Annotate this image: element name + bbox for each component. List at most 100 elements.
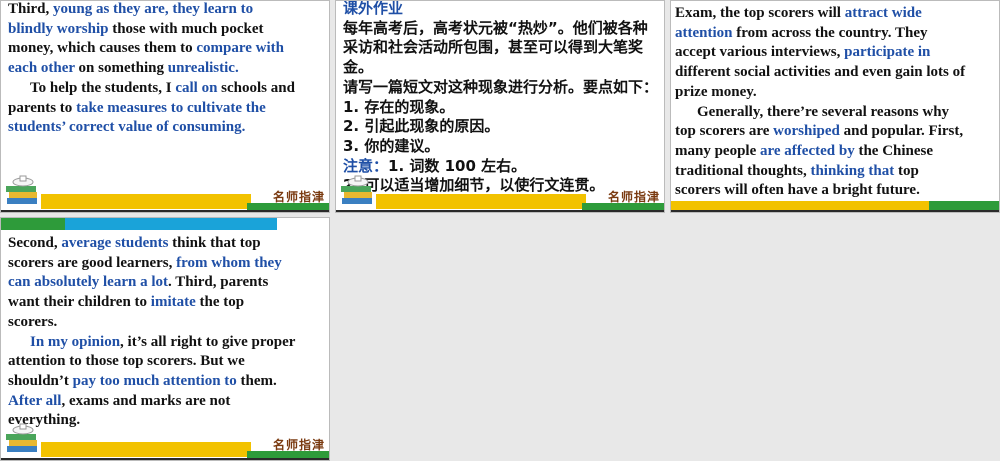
text-span: top scorers are [675,123,774,140]
text-span: and popular. First, [839,123,964,140]
highlight-phrase: students’ correct value of consuming. [8,119,246,136]
text-span: schools and [217,79,295,96]
highlight-phrase: compare with [196,40,284,57]
highlight-phrase: pay too much attention to [72,372,237,389]
text-span: those with much pocket [108,20,264,37]
highlight-phrase: take measures to cultivate the [76,99,266,116]
highlight-phrase: thinking that [810,162,895,179]
highlight-phrase: unrealistic. [167,60,239,77]
highlight-phrase: participate in [844,44,931,61]
homework-line: 3. 你的建议。 [343,136,440,155]
text-span: . Third, parents [168,274,269,291]
books-icon [6,423,37,452]
slide-footer: 名师指津 [1,172,329,212]
highlight-phrase: attention [675,24,733,41]
text-span: them. [236,372,277,389]
slide-1-text: Third, young as they are, they learn to b… [8,1,325,138]
slide-footer [671,198,999,212]
text-span: the Chinese [854,142,934,159]
homework-line: 请写一篇短文对这种现象进行分析。要点如下： [343,77,659,96]
slide-3-text: Exam, the top scorers will attract wide a… [675,4,995,201]
text-line: students’ correct value of consuming. [8,118,325,138]
books-icon [6,175,37,204]
text-line: many people are affected by the Chinese [675,142,995,162]
text-span: prize money. [675,83,757,100]
top-accent-bar [1,218,329,232]
text-line: each other on something unrealistic. [8,59,325,79]
slide-3[interactable]: Exam, the top scorers will attract wide a… [670,0,1000,213]
text-span: accept various interviews, [675,44,845,61]
brand-label: 名师指津 [272,190,325,204]
text-line: shouldn’t pay too much attention to them… [8,372,325,392]
highlight-phrase: In my opinion [30,333,121,350]
slide-2-text: 课外作业 每年高考后，高考状元被“热炒”。他们被各种 采访和社会活动所包围，甚至可… [343,0,660,196]
text-span: To help the students, I [30,79,176,96]
text-line: scorers are good learners, from whom the… [8,254,325,274]
text-line: parents to take measures to cultivate th… [8,99,325,119]
brand-label: 名师指津 [607,190,660,204]
text-line: want their children to imitate the top [8,293,325,313]
text-span: Third, [8,1,54,17]
text-span: on something [74,60,168,77]
text-span: Generally, there’re several reasons why [697,103,950,120]
text-line: accept various interviews, participate i… [675,43,995,63]
text-span: different social activities and even gai… [675,64,966,81]
text-span: money, which causes them to [8,40,197,57]
slide-4-text: Second, average students think that top s… [8,234,325,431]
text-line: Exam, the top scorers will attract wide [675,4,995,24]
text-span: Exam, the top scorers will [675,5,845,21]
text-line: scorers. [8,313,325,333]
text-line: Generally, there’re several reasons why [675,103,995,123]
text-span: shouldn’t [8,372,73,389]
books-icon [341,175,372,204]
text-line: blindly worship those with much pocket [8,20,325,40]
highlight-phrase: After all [8,392,62,409]
text-span: from across the country. They [732,24,928,41]
text-span: , exams and marks are not [61,392,231,409]
text-line: Third, young as they are, they learn to [8,1,325,20]
text-line: attention from across the country. They [675,24,995,44]
text-span: many people [675,142,761,159]
text-line: can absolutely learn a lot. Third, paren… [8,273,325,293]
text-line: top scorers are worshiped and popular. F… [675,122,995,142]
text-span: top [894,162,919,179]
text-span: the top [195,294,245,311]
text-line: Second, average students think that top [8,234,325,254]
slide-footer: 名师指津 [336,172,664,212]
homework-title: 课外作业 [343,0,404,17]
text-span: traditional thoughts, [675,162,811,179]
homework-line: 采访和社会活动所包围，甚至可以得到大笔奖金。 [343,38,644,77]
homework-line: 2. 引起此现象的原因。 [343,117,500,136]
highlight-phrase: each other [8,60,75,77]
highlight-phrase: attract wide [844,5,922,21]
slide-1[interactable]: Third, young as they are, they learn to b… [0,0,330,213]
text-line: traditional thoughts, thinking that top [675,162,995,182]
text-span: Second, [8,235,62,251]
highlight-phrase: from whom they [176,254,282,271]
highlight-phrase: blindly worship [8,20,109,37]
slide-4[interactable]: Second, average students think that top s… [0,217,330,461]
highlight-phrase: call on [175,79,218,96]
text-line: After all, exams and marks are not [8,392,325,412]
highlight-phrase: average students [61,235,169,251]
text-line: In my opinion, it’s all right to give pr… [8,333,325,353]
text-span: scorers will often have a bright future. [675,182,920,199]
highlight-phrase: are affected by [760,142,855,159]
brand-label: 名师指津 [272,438,325,452]
slide-footer: 名师指津 [1,420,329,460]
text-span: scorers are good learners, [8,254,177,271]
text-line: attention to those top scorers. But we [8,352,325,372]
slide-2[interactable]: 课外作业 每年高考后，高考状元被“热炒”。他们被各种 采访和社会活动所包围，甚至可… [335,0,665,213]
homework-line: 1. 存在的现象。 [343,97,455,116]
text-span: , it’s all right to give proper [120,333,296,350]
homework-line: 每年高考后，高考状元被“热炒”。他们被各种 [343,18,648,37]
text-span: scorers. [8,313,58,330]
highlight-phrase: can absolutely learn a lot [8,274,168,291]
text-span: attention to those top scorers. But we [8,353,245,370]
text-line: prize money. [675,83,995,103]
highlight-phrase: imitate [150,294,196,311]
text-line: money, which causes them to compare with [8,39,325,59]
text-line: different social activities and even gai… [675,63,995,83]
highlight-phrase: worshiped [773,123,840,140]
highlight-phrase: young as they are, they learn to [53,1,254,17]
